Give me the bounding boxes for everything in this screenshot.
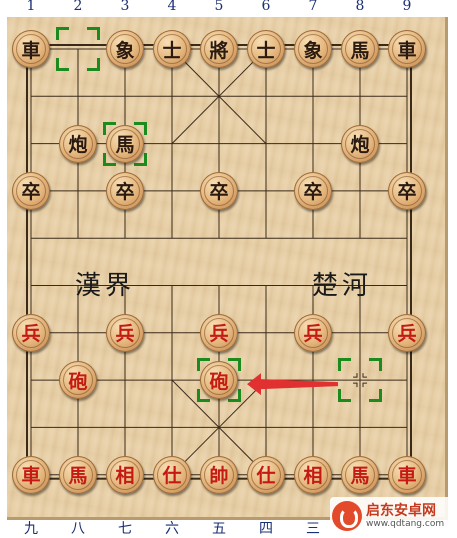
file-label-bottom: 六 <box>165 521 179 537</box>
piece-label: 兵 <box>115 323 135 346</box>
last-move-from-black-highlight <box>56 27 100 71</box>
red-piece[interactable]: 兵 <box>294 313 332 352</box>
file-label-top: 3 <box>120 0 130 14</box>
black-piece[interactable]: 卒 <box>106 171 144 210</box>
file-label-bottom: 四 <box>259 521 273 537</box>
red-piece[interactable]: 馬 <box>341 455 379 494</box>
piece-label: 仕 <box>162 465 182 488</box>
file-label-bottom: 七 <box>118 521 132 537</box>
board-grid <box>26 44 412 480</box>
piece-label: 兵 <box>209 323 229 346</box>
file-label-bottom: 八 <box>71 521 85 537</box>
file-label-top: 2 <box>73 0 83 14</box>
file-label-top: 4 <box>167 0 177 14</box>
file-label-bottom: 三 <box>306 521 320 537</box>
black-piece[interactable]: 象 <box>294 30 332 68</box>
piece-label: 炮 <box>350 134 370 157</box>
river-right-text: 楚河 <box>312 271 373 301</box>
piece-label: 馬 <box>68 465 88 488</box>
watermark-url: www.qdtang.com <box>366 518 445 529</box>
piece-label: 兵 <box>397 323 417 346</box>
black-piece[interactable]: 車 <box>12 30 50 68</box>
black-piece[interactable]: 卒 <box>294 171 332 210</box>
piece-label: 馬 <box>115 134 135 157</box>
file-label-top: 5 <box>214 0 224 14</box>
red-piece[interactable]: 兵 <box>200 313 238 352</box>
last-move-from-red-highlight <box>338 358 382 403</box>
red-piece[interactable]: 車 <box>388 455 426 494</box>
black-piece[interactable]: 馬 <box>341 30 379 68</box>
piece-label: 炮 <box>68 134 88 157</box>
xiangqi-board[interactable]: 漢界 楚河 車象士將士象馬車炮馬炮卒卒卒卒卒兵兵兵兵兵砲砲車馬相仕帥仕相馬車 <box>7 17 448 520</box>
black-piece[interactable]: 士 <box>153 30 191 68</box>
piece-label: 卒 <box>303 181 323 204</box>
red-piece[interactable]: 砲 <box>200 361 238 400</box>
watermark: 启东安卓网 www.qdtang.com <box>330 497 457 535</box>
red-piece[interactable]: 兵 <box>106 313 144 352</box>
move-arrow <box>247 373 338 396</box>
piece-label: 卒 <box>209 181 229 204</box>
red-piece[interactable]: 兵 <box>12 313 50 352</box>
piece-label: 相 <box>115 465 135 488</box>
river-left-text: 漢界 <box>75 271 136 301</box>
piece-label: 卒 <box>115 181 135 204</box>
file-label-top: 8 <box>355 0 365 14</box>
black-piece[interactable]: 炮 <box>341 124 379 163</box>
piece-label: 將 <box>209 39 229 62</box>
watermark-logo-icon <box>332 501 362 531</box>
red-piece[interactable]: 車 <box>12 455 50 494</box>
piece-label: 仕 <box>256 465 276 488</box>
piece-label: 砲 <box>68 370 88 393</box>
piece-label: 車 <box>397 39 417 62</box>
piece-label: 卒 <box>21 181 41 204</box>
piece-label: 兵 <box>21 323 41 346</box>
file-label-top: 9 <box>402 0 412 14</box>
black-piece[interactable]: 將 <box>200 30 238 68</box>
piece-label: 卒 <box>397 181 417 204</box>
piece-label: 車 <box>21 465 41 488</box>
red-piece[interactable]: 兵 <box>388 313 426 352</box>
black-piece[interactable]: 卒 <box>200 171 238 210</box>
red-piece[interactable]: 砲 <box>59 361 97 400</box>
file-label-top: 6 <box>261 0 271 14</box>
file-label-bottom: 九 <box>24 521 38 537</box>
red-piece[interactable]: 帥 <box>200 455 238 494</box>
file-label-top: 7 <box>308 0 318 14</box>
black-piece[interactable]: 卒 <box>12 171 50 210</box>
black-piece[interactable]: 炮 <box>59 124 97 163</box>
piece-label: 車 <box>397 465 417 488</box>
red-piece[interactable]: 馬 <box>59 455 97 494</box>
red-piece[interactable]: 相 <box>106 455 144 494</box>
piece-label: 車 <box>21 39 41 62</box>
piece-label: 象 <box>115 39 135 62</box>
piece-label: 象 <box>303 39 323 62</box>
piece-label: 砲 <box>209 370 229 393</box>
piece-label: 相 <box>303 465 323 488</box>
piece-label: 士 <box>256 39 276 62</box>
red-piece[interactable]: 仕 <box>247 455 285 494</box>
black-piece[interactable]: 士 <box>247 30 285 68</box>
red-piece[interactable]: 仕 <box>153 455 191 494</box>
red-piece[interactable]: 相 <box>294 455 332 494</box>
piece-label: 馬 <box>350 39 370 62</box>
black-piece[interactable]: 馬 <box>106 124 144 163</box>
piece-label: 士 <box>162 39 182 62</box>
piece-label: 兵 <box>303 323 323 346</box>
watermark-name: 启东安卓网 <box>366 502 436 519</box>
black-piece[interactable]: 象 <box>106 30 144 68</box>
file-label-top: 1 <box>26 0 36 14</box>
piece-label: 帥 <box>209 465 229 488</box>
black-piece[interactable]: 卒 <box>388 171 426 210</box>
file-label-bottom: 五 <box>212 521 226 537</box>
piece-label: 馬 <box>350 465 370 488</box>
black-piece[interactable]: 車 <box>388 30 426 68</box>
